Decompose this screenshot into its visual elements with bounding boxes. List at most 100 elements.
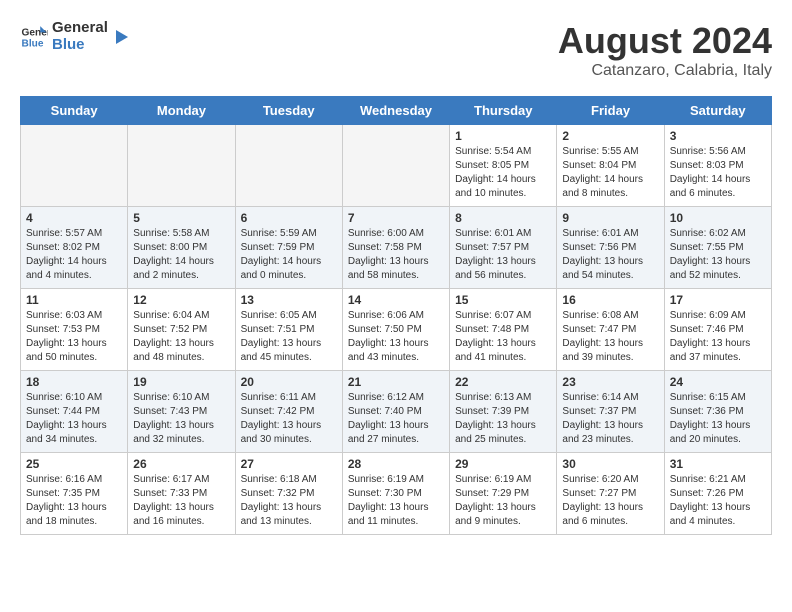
logo-blue-text: Blue [52,37,108,54]
day-cell-27: 27Sunrise: 6:18 AMSunset: 7:32 PMDayligh… [235,453,342,535]
day-number: 22 [455,375,551,389]
day-cell-15: 15 Sunrise: 6:07 AMSunset: 7:48 PMDayligh… [450,289,557,371]
day-cell-20: 20Sunrise: 6:11 AMSunset: 7:42 PMDayligh… [235,371,342,453]
title-block: August 2024 Catanzaro, Calabria, Italy [558,20,772,80]
day-number: 12 [133,293,229,307]
day-info: Sunrise: 6:08 AMSunset: 7:47 PMDaylight:… [562,309,658,365]
day-cell-13: 13Sunrise: 6:05 AMSunset: 7:51 PMDayligh… [235,289,342,371]
day-info: Sunrise: 5:55 AMSunset: 8:04 PMDaylight:… [562,145,658,201]
day-info: Sunrise: 5:56 AMSunset: 8:03 PMDaylight:… [670,145,766,201]
day-cell-9: 9 Sunrise: 6:01 AMSunset: 7:56 PMDaylight… [557,207,664,289]
day-number: 2 [562,129,658,143]
day-info: Sunrise: 5:58 AMSunset: 8:00 PMDaylight:… [133,227,229,283]
week-row-5: 25 Sunrise: 6:16 AMSunset: 7:35 PMDayligh… [21,453,772,535]
day-number: 25 [26,457,122,471]
header-wednesday: Wednesday [342,97,449,125]
day-info: Sunrise: 6:11 AMSunset: 7:42 PMDaylight:… [241,391,337,447]
day-cell-11: 11 Sunrise: 6:03 AMSunset: 7:53 PMDayligh… [21,289,128,371]
day-info: Sunrise: 6:19 AMSunset: 7:29 PMDaylight:… [455,473,551,529]
day-info: Sunrise: 6:13 AMSunset: 7:39 PMDaylight:… [455,391,551,447]
day-cell-6: 6Sunrise: 5:59 AMSunset: 7:59 PMDaylight… [235,207,342,289]
header-thursday: Thursday [450,97,557,125]
day-cell-8: 8 Sunrise: 6:01 AMSunset: 7:57 PMDaylight… [450,207,557,289]
day-number: 28 [348,457,444,471]
day-cell-16: 16 Sunrise: 6:08 AMSunset: 7:47 PMDayligh… [557,289,664,371]
header-monday: Monday [128,97,235,125]
day-info: Sunrise: 6:19 AMSunset: 7:30 PMDaylight:… [348,473,444,529]
day-cell-18: 18 Sunrise: 6:10 AMSunset: 7:44 PMDayligh… [21,371,128,453]
day-number: 4 [26,211,122,225]
day-cell-28: 28 Sunrise: 6:19 AMSunset: 7:30 PMDayligh… [342,453,449,535]
day-info: Sunrise: 6:01 AMSunset: 7:56 PMDaylight:… [562,227,658,283]
day-info: Sunrise: 6:16 AMSunset: 7:35 PMDaylight:… [26,473,122,529]
day-number: 30 [562,457,658,471]
day-number: 14 [348,293,444,307]
day-info: Sunrise: 5:57 AMSunset: 8:02 PMDaylight:… [26,227,122,283]
day-info: Sunrise: 6:21 AMSunset: 7:26 PMDaylight:… [670,473,766,529]
day-cell-empty [235,125,342,207]
logo-icon: General Blue [20,23,48,51]
day-number: 5 [133,211,229,225]
day-number: 11 [26,293,122,307]
day-cell-17: 17Sunrise: 6:09 AMSunset: 7:46 PMDayligh… [664,289,771,371]
day-number: 21 [348,375,444,389]
day-info: Sunrise: 6:03 AMSunset: 7:53 PMDaylight:… [26,309,122,365]
day-cell-30: 30Sunrise: 6:20 AMSunset: 7:27 PMDayligh… [557,453,664,535]
day-info: Sunrise: 6:02 AMSunset: 7:55 PMDaylight:… [670,227,766,283]
day-cell-12: 12 Sunrise: 6:04 AMSunset: 7:52 PMDayligh… [128,289,235,371]
svg-text:Blue: Blue [22,38,44,49]
day-number: 6 [241,211,337,225]
location-subtitle: Catanzaro, Calabria, Italy [558,62,772,80]
header-saturday: Saturday [664,97,771,125]
calendar-table: Sunday Monday Tuesday Wednesday Thursday… [20,96,772,535]
day-cell-23: 23 Sunrise: 6:14 AMSunset: 7:37 PMDayligh… [557,371,664,453]
week-row-2: 4 Sunrise: 5:57 AMSunset: 8:02 PMDaylight… [21,207,772,289]
day-cell-7: 7Sunrise: 6:00 AMSunset: 7:58 PMDaylight… [342,207,449,289]
day-cell-5: 5 Sunrise: 5:58 AMSunset: 8:00 PMDaylight… [128,207,235,289]
day-cell-3: 3 Sunrise: 5:56 AMSunset: 8:03 PMDaylight… [664,125,771,207]
day-cell-22: 22 Sunrise: 6:13 AMSunset: 7:39 PMDayligh… [450,371,557,453]
day-number: 7 [348,211,444,225]
day-cell-10: 10 Sunrise: 6:02 AMSunset: 7:55 PMDayligh… [664,207,771,289]
day-info: Sunrise: 6:06 AMSunset: 7:50 PMDaylight:… [348,309,444,365]
day-info: Sunrise: 6:01 AMSunset: 7:57 PMDaylight:… [455,227,551,283]
day-cell-26: 26 Sunrise: 6:17 AMSunset: 7:33 PMDayligh… [128,453,235,535]
logo: General Blue General Blue [20,20,130,53]
day-number: 9 [562,211,658,225]
day-info: Sunrise: 6:12 AMSunset: 7:40 PMDaylight:… [348,391,444,447]
day-number: 26 [133,457,229,471]
header-sunday: Sunday [21,97,128,125]
day-number: 10 [670,211,766,225]
day-info: Sunrise: 6:14 AMSunset: 7:37 PMDaylight:… [562,391,658,447]
day-number: 24 [670,375,766,389]
day-number: 8 [455,211,551,225]
day-number: 23 [562,375,658,389]
page-header: General Blue General Blue August 2024 Ca… [20,20,772,80]
week-row-3: 11 Sunrise: 6:03 AMSunset: 7:53 PMDayligh… [21,289,772,371]
day-number: 15 [455,293,551,307]
day-cell-empty [21,125,128,207]
days-header-row: Sunday Monday Tuesday Wednesday Thursday… [21,97,772,125]
day-cell-21: 21 Sunrise: 6:12 AMSunset: 7:40 PMDayligh… [342,371,449,453]
day-cell-31: 31Sunrise: 6:21 AMSunset: 7:26 PMDayligh… [664,453,771,535]
day-info: Sunrise: 5:54 AMSunset: 8:05 PMDaylight:… [455,145,551,201]
day-info: Sunrise: 6:17 AMSunset: 7:33 PMDaylight:… [133,473,229,529]
header-friday: Friday [557,97,664,125]
day-cell-29: 29Sunrise: 6:19 AMSunset: 7:29 PMDayligh… [450,453,557,535]
day-info: Sunrise: 6:07 AMSunset: 7:48 PMDaylight:… [455,309,551,365]
day-number: 3 [670,129,766,143]
week-row-1: 1Sunrise: 5:54 AMSunset: 8:05 PMDaylight… [21,125,772,207]
logo-general-text: General [52,20,108,37]
day-cell-25: 25 Sunrise: 6:16 AMSunset: 7:35 PMDayligh… [21,453,128,535]
day-info: Sunrise: 6:10 AMSunset: 7:44 PMDaylight:… [26,391,122,447]
day-info: Sunrise: 6:15 AMSunset: 7:36 PMDaylight:… [670,391,766,447]
day-cell-2: 2 Sunrise: 5:55 AMSunset: 8:04 PMDaylight… [557,125,664,207]
day-number: 18 [26,375,122,389]
day-number: 16 [562,293,658,307]
day-cell-14: 14 Sunrise: 6:06 AMSunset: 7:50 PMDayligh… [342,289,449,371]
day-cell-empty [128,125,235,207]
day-info: Sunrise: 6:04 AMSunset: 7:52 PMDaylight:… [133,309,229,365]
day-cell-1: 1Sunrise: 5:54 AMSunset: 8:05 PMDaylight… [450,125,557,207]
day-number: 27 [241,457,337,471]
week-row-4: 18 Sunrise: 6:10 AMSunset: 7:44 PMDayligh… [21,371,772,453]
